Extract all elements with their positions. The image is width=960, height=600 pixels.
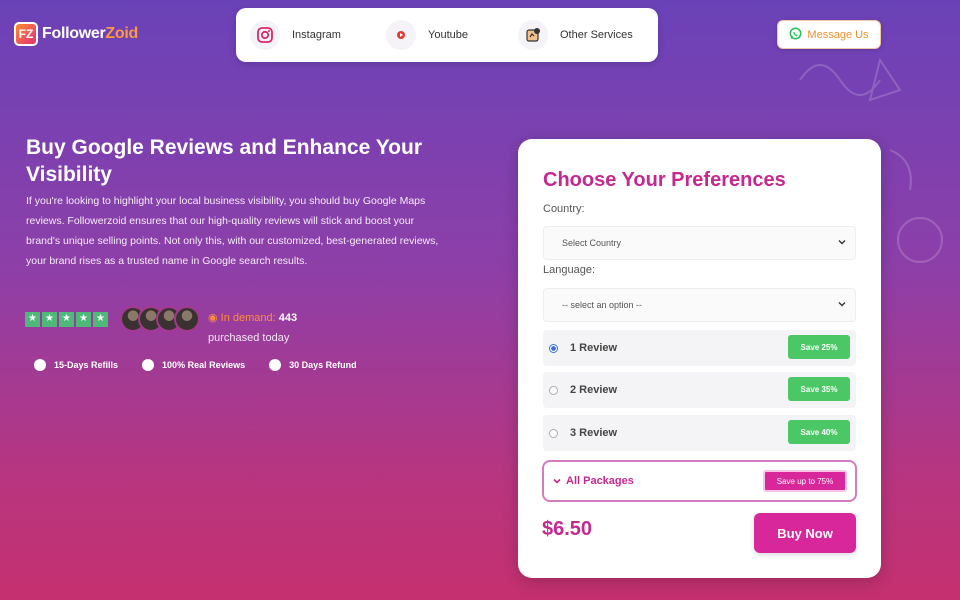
package-option-1[interactable]: 1 Review Save 25%: [543, 330, 856, 366]
message-us-label: Message Us: [807, 28, 869, 41]
instagram-icon: [250, 20, 280, 50]
chevron-down-icon: [553, 478, 561, 484]
check-icon: [34, 359, 46, 371]
country-select-value: Select Country: [562, 238, 622, 248]
radio-unselected[interactable]: [549, 428, 558, 438]
demand-label: In demand:: [220, 312, 276, 324]
star-icon: ★: [59, 311, 74, 327]
preferences-title: Choose Your Preferences: [543, 169, 786, 191]
nav-item-other-services[interactable]: Other Services: [518, 20, 633, 50]
brand-logo[interactable]: FZ FollowerZoid: [14, 22, 138, 46]
demand-subtext: purchased today: [208, 332, 290, 344]
youtube-icon: [386, 20, 416, 50]
all-packages-label: All Packages: [566, 475, 634, 487]
star-icon: ★: [93, 311, 108, 327]
check-icon: [142, 359, 155, 371]
trustpilot-stars: ★ ★ ★ ★ ★: [25, 311, 108, 327]
buy-now-button[interactable]: Buy Now: [754, 513, 856, 553]
package-label: 1 Review: [570, 342, 618, 354]
nav-item-instagram[interactable]: Instagram: [250, 20, 386, 50]
save-badge: Save 35%: [788, 377, 850, 401]
avatar: [174, 306, 200, 332]
package-option-3[interactable]: 3 Review Save 40%: [543, 415, 856, 451]
preferences-card: Choose Your Preferences Country: Select …: [518, 139, 881, 578]
feature-item: 100% Real Reviews: [142, 359, 245, 371]
chevron-down-icon: [838, 302, 846, 307]
package-label: 2 Review: [570, 384, 618, 396]
save-badge: Save 25%: [788, 335, 850, 359]
country-label: Country:: [543, 203, 585, 215]
message-us-button[interactable]: Message Us: [777, 20, 881, 49]
country-select[interactable]: Select Country: [543, 226, 856, 260]
whatsapp-icon: [789, 27, 802, 43]
save-badge: Save 40%: [788, 420, 850, 444]
all-packages-toggle[interactable]: All Packages Save up to 75%: [542, 460, 857, 502]
demand-indicator: ◉ In demand: 443 purchased today: [208, 308, 297, 348]
nav-label-youtube: Youtube: [428, 29, 468, 41]
services-icon: [518, 20, 548, 50]
language-label: Language:: [543, 264, 595, 276]
save-up-to-badge: Save up to 75%: [763, 470, 847, 492]
feature-item: 15-Days Refills: [34, 359, 118, 371]
language-select-value: -- select an option --: [562, 300, 643, 310]
check-icon: [269, 359, 282, 371]
star-icon: ★: [76, 311, 91, 327]
radio-unselected[interactable]: [549, 385, 558, 395]
package-label: 3 Review: [570, 427, 618, 439]
chevron-down-icon: [838, 240, 846, 245]
logo-icon: FZ: [14, 22, 38, 46]
radio-selected[interactable]: [549, 343, 558, 353]
nav-label-instagram: Instagram: [292, 29, 341, 41]
rating-row: ★ ★ ★ ★ ★: [25, 306, 200, 332]
language-select[interactable]: -- select an option --: [543, 288, 856, 322]
brand-name: FollowerZoid: [42, 25, 138, 42]
star-icon: ★: [42, 311, 57, 327]
nav-item-youtube[interactable]: Youtube: [386, 20, 518, 50]
star-icon: ★: [25, 311, 40, 327]
customer-avatars: [120, 306, 200, 332]
feature-item: 30 Days Refund: [269, 359, 357, 371]
package-option-2[interactable]: 2 Review Save 35%: [543, 372, 856, 408]
fire-icon: ◉: [208, 312, 218, 324]
demand-count: 443: [278, 312, 298, 324]
nav-label-other-services: Other Services: [560, 29, 633, 41]
hero-title: Buy Google Reviews and Enhance Your Visi…: [26, 136, 422, 186]
price: $6.50: [542, 518, 593, 540]
hero-description: If you're looking to highlight your loca…: [26, 195, 439, 267]
feature-list: 15-Days Refills 100% Real Reviews 30 Day…: [34, 359, 357, 371]
service-nav: Instagram Youtube Other Services: [236, 8, 658, 62]
